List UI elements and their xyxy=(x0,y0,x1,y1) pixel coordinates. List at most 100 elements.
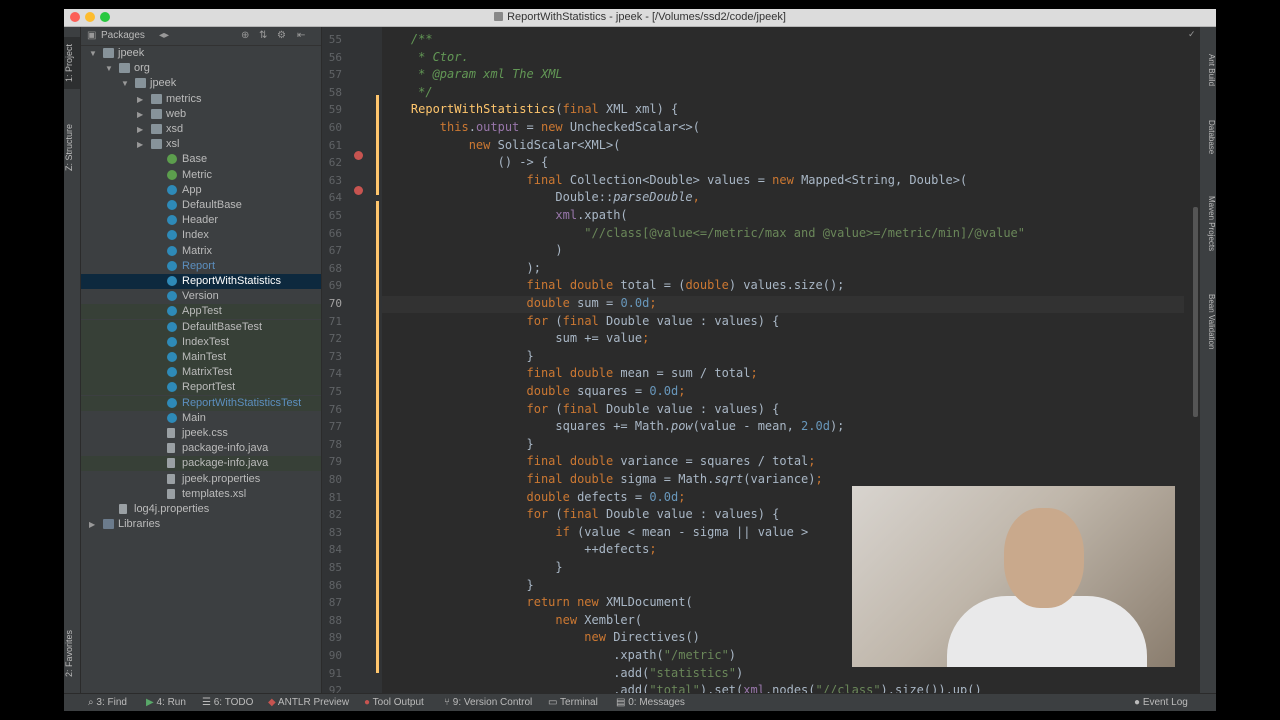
code-token: ++defects xyxy=(382,542,650,557)
locate-icon[interactable]: ⊕ xyxy=(241,30,249,41)
tab-database[interactable]: Database xyxy=(1200,109,1216,165)
tree-item-label: Base xyxy=(182,153,208,166)
messages-tab[interactable]: ▤ 0: Messages xyxy=(616,697,685,708)
tree-item[interactable]: App xyxy=(81,183,321,198)
code-line: .add("statistics") xyxy=(382,666,743,683)
terminal-tab[interactable]: ▭ Terminal xyxy=(548,697,598,708)
tree-item[interactable]: Index xyxy=(81,228,321,243)
change-marker xyxy=(376,201,379,673)
line-number: 73 xyxy=(328,349,342,363)
run-tab[interactable]: ▶ 4: Run xyxy=(146,697,186,708)
tree-item-label: Header xyxy=(182,214,219,227)
breakpoint-icon[interactable] xyxy=(354,186,363,195)
tree-item[interactable]: AppTest xyxy=(81,304,321,320)
tree-item[interactable]: ▶ metrics xyxy=(81,92,321,107)
line-number: 59 xyxy=(328,103,342,117)
class-icon xyxy=(167,306,177,317)
tree-item[interactable]: package-info.java xyxy=(81,456,321,472)
tree-item[interactable]: MainTest xyxy=(81,350,321,365)
tree-item[interactable]: ▶ xsl xyxy=(81,137,321,152)
tree-item[interactable]: Version xyxy=(81,289,321,304)
chevron-right-icon[interactable]: ▶ xyxy=(137,95,143,104)
tree-item[interactable]: MatrixTest xyxy=(81,365,321,381)
tree-item[interactable]: package-info.java xyxy=(81,441,321,456)
packages-selector[interactable]: Packages xyxy=(101,30,145,41)
tree-item-label: xsd xyxy=(166,123,184,135)
tree-item[interactable]: jpeek.properties xyxy=(81,472,321,487)
chevron-right-icon[interactable]: ▶ xyxy=(137,125,143,134)
editor-scrollbar[interactable]: ✓ xyxy=(1184,27,1200,693)
tree-item[interactable]: ReportTest xyxy=(81,380,321,396)
file-icon xyxy=(119,504,127,514)
tab-ant-build[interactable]: Ant Build xyxy=(1200,45,1216,95)
breakpoint-icon[interactable] xyxy=(354,151,363,160)
tree-item[interactable]: templates.xsl xyxy=(81,487,321,502)
chevron-right-icon[interactable]: ▶ xyxy=(89,520,95,529)
line-number: 58 xyxy=(328,85,342,99)
code-token: ; xyxy=(642,331,650,346)
code-token: XMLDocument( xyxy=(605,595,693,610)
chevron-right-icon[interactable]: ▶ xyxy=(137,140,143,149)
gear-icon[interactable]: ⚙ xyxy=(277,30,286,41)
chevron-down-icon[interactable]: ▼ xyxy=(105,64,113,73)
code-line: for (final Double value : values) { xyxy=(382,507,780,524)
code-line: final double mean = sum / total; xyxy=(382,366,758,383)
line-number: 65 xyxy=(328,209,342,222)
line-number: 76 xyxy=(328,402,342,416)
tree-item[interactable]: ▶ xsd xyxy=(81,122,321,137)
swap-view-icon[interactable]: ◂▸ xyxy=(159,30,169,41)
inspection-ok-icon[interactable]: ✓ xyxy=(1188,29,1196,40)
event-log-tab[interactable]: ● Event Log xyxy=(1134,697,1188,708)
code-token: Double value : values) { xyxy=(606,401,780,416)
tree-item[interactable]: ▼ org xyxy=(81,61,321,76)
line-number: 55 xyxy=(328,33,342,46)
code-token: . xyxy=(468,120,476,134)
chevron-down-icon[interactable]: ▼ xyxy=(89,49,97,58)
tree-item[interactable]: ▶ Libraries xyxy=(81,517,321,532)
tree-item[interactable]: ▼ jpeek xyxy=(81,76,321,91)
tree-item[interactable]: Matrix xyxy=(81,244,321,259)
code-token: this xyxy=(439,120,469,134)
tab-project[interactable]: 1: Project xyxy=(64,37,80,89)
scroll-thumb[interactable] xyxy=(1193,207,1198,417)
tree-item[interactable]: IndexTest xyxy=(81,334,321,350)
tab-structure[interactable]: Z: Structure xyxy=(64,117,80,177)
code-token: */ xyxy=(382,84,433,99)
collapse-icon[interactable]: ⇅ xyxy=(259,30,267,41)
todo-tab[interactable]: ☰ 6: TODO xyxy=(202,697,253,708)
antlr-preview-tab[interactable]: ◆ ANTLR Preview xyxy=(268,697,349,708)
find-tab[interactable]: ⌕ 3: Find xyxy=(88,697,127,708)
chevron-down-icon[interactable]: ▼ xyxy=(121,79,129,88)
code-token: new xyxy=(584,630,614,645)
tree-item[interactable]: log4j.properties xyxy=(81,502,321,517)
code-line: return new XMLDocument( xyxy=(382,595,693,612)
tree-item-label: App xyxy=(182,183,202,196)
tree-item[interactable]: Main xyxy=(81,411,321,426)
tree-item[interactable]: Header xyxy=(81,213,321,228)
line-number: 78 xyxy=(328,437,342,451)
panel-view-icon[interactable]: ▣ xyxy=(87,30,96,41)
version-control-tab[interactable]: ⑂ 9: Version Control xyxy=(444,697,532,708)
tree-item[interactable]: Metric xyxy=(81,168,321,183)
tree-item[interactable]: ReportWithStatisticsTest xyxy=(81,395,321,411)
tree-item[interactable]: Report xyxy=(81,259,321,274)
chevron-right-icon[interactable]: ▶ xyxy=(137,110,143,119)
tree-item[interactable]: DefaultBase xyxy=(81,198,321,213)
tree-item[interactable]: jpeek.css xyxy=(81,426,321,441)
tab-maven-projects[interactable]: Maven Projects xyxy=(1200,179,1216,269)
tab-bean-validation[interactable]: Bean Validation xyxy=(1200,277,1216,367)
tree-item[interactable]: ▶ web xyxy=(81,107,321,122)
tree-item[interactable]: DefaultBaseTest xyxy=(81,319,321,335)
tool-output-tab[interactable]: ● Tool Output xyxy=(364,697,424,708)
tree-item[interactable]: Base xyxy=(81,152,321,167)
tree-item[interactable]: ▼ jpeek xyxy=(81,46,321,61)
code-line: final double variance = squares / total; xyxy=(382,454,816,471)
tab-favorites[interactable]: 2: Favorites xyxy=(64,627,80,679)
code-token: Double:: xyxy=(382,190,614,205)
code-token: variance = squares / total xyxy=(620,454,809,469)
tree-item[interactable]: ReportWithStatistics xyxy=(81,274,321,289)
